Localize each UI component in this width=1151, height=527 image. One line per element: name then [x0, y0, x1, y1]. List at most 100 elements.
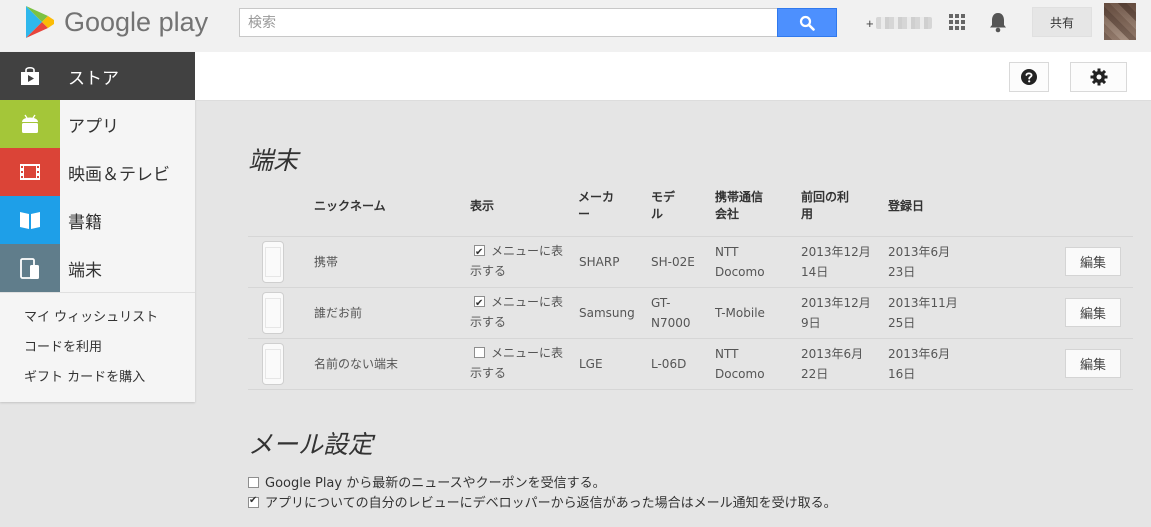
nav-item-store[interactable]: ストア: [0, 52, 195, 100]
device-carrier-line2: Docomo: [715, 265, 765, 279]
show-in-menu-checkbox[interactable]: [474, 294, 485, 314]
device-nickname: 名前のない端末: [314, 357, 399, 371]
nav-label-store: ストア: [68, 68, 119, 89]
settings-button[interactable]: [1070, 62, 1127, 92]
left-navigation: ストア アプリ 映画＆テレビ 書籍 端末 マイ ウィッシュリスト コードを利用 …: [0, 52, 195, 402]
device-maker: Samsung: [579, 306, 635, 320]
user-profile-link[interactable]: +: [866, 14, 932, 32]
mail-review-replies-label: アプリについての自分のレビューにデベロッパーから返信があった場合はメール通知を受…: [265, 496, 837, 511]
mail-news-checkbox[interactable]: [248, 477, 259, 488]
device-maker: LGE: [579, 357, 603, 371]
device-registered: 2013年11月 25日: [888, 293, 958, 333]
col-model: モデル: [651, 189, 675, 223]
mail-review-replies-checkbox[interactable]: [248, 495, 259, 508]
user-handle-prefix: +: [866, 15, 874, 31]
play-logo-icon: [26, 6, 54, 38]
nav-item-movies-tv[interactable]: 映画＆テレビ: [0, 148, 195, 196]
notifications-button[interactable]: [988, 11, 1008, 33]
table-header: ニックネーム 表示 メーカー モデル 携帯通信 会社 前回の利用 登録日: [248, 185, 1133, 237]
phone-icon: [262, 292, 284, 334]
google-play-logo[interactable]: Google play: [22, 4, 208, 40]
device-registered: 2013年6月 23日: [888, 242, 950, 282]
help-button[interactable]: [1009, 62, 1049, 92]
display-cell: メニューに表示する: [470, 241, 564, 281]
device-last-used-line1: 2013年12月: [801, 296, 871, 310]
search-button[interactable]: [777, 8, 837, 37]
top-bar: Google play + 共有: [0, 0, 1151, 52]
device-model: GT- N7000: [651, 293, 691, 333]
device-last-used-line1: 2013年6月: [801, 347, 864, 361]
mail-settings-title: メール設定: [248, 430, 374, 459]
android-icon: [22, 114, 38, 133]
show-in-menu-checkbox[interactable]: [474, 243, 485, 263]
buy-gift-card-link[interactable]: ギフト カードを購入: [0, 365, 195, 395]
device-icon: [20, 258, 39, 279]
nav-secondary-links: マイ ウィッシュリスト コードを利用 ギフト カードを購入: [0, 292, 195, 395]
col-registered: 登録日: [888, 199, 925, 213]
search-icon: [799, 15, 815, 31]
device-registered-line2: 16日: [888, 367, 916, 381]
col-model-line2: ル: [651, 207, 664, 221]
device-nickname: 誰だお前: [314, 306, 363, 320]
help-icon: [1021, 69, 1037, 85]
show-in-menu-line2: 示する: [470, 264, 507, 278]
table-row: 誰だお前 メニューに表示する Samsung GT- N7000 T-Mobile…: [248, 288, 1133, 339]
col-last-used-line2: 用: [801, 207, 814, 221]
nav-icon-box-movies: [0, 148, 60, 196]
device-carrier-line1: NTT: [715, 347, 739, 361]
wishlist-link[interactable]: マイ ウィッシュリスト: [0, 305, 195, 335]
col-carrier-line2: 会社: [715, 207, 740, 221]
col-display: 表示: [470, 199, 495, 213]
device-model-line1: GT-: [651, 296, 671, 310]
search-input[interactable]: [239, 8, 778, 37]
redeem-code-link[interactable]: コードを利用: [0, 335, 195, 365]
table-row: 名前のない端末 メニューに表 示する LGE L-06D NTT Docomo 20…: [248, 339, 1133, 390]
device-carrier-line1: T-Mobile: [715, 306, 765, 320]
device-last-used-line1: 2013年12月: [801, 245, 871, 259]
device-carrier: NTT Docomo: [715, 344, 765, 384]
col-carrier: 携帯通信 会社: [715, 189, 763, 223]
nav-icon-box-books: [0, 196, 60, 244]
nav-item-devices[interactable]: 端末: [0, 244, 195, 292]
col-nickname: ニックネーム: [314, 199, 386, 213]
share-button[interactable]: 共有: [1032, 7, 1092, 37]
device-registered-line2: 25日: [888, 316, 916, 330]
bell-icon: [990, 13, 1006, 33]
device-last-used-line2: 14日: [801, 265, 829, 279]
show-in-menu-line1: メニューに表: [491, 295, 564, 309]
device-model: SH-02E: [651, 252, 695, 272]
device-registered: 2013年6月 16日: [888, 344, 950, 384]
mail-option-news: Google Play から最新のニュースやクーポンを受信する。: [248, 472, 606, 491]
table-row: 携帯 メニューに表示する SHARP SH-02E NTT Docomo 2013…: [248, 237, 1133, 288]
edit-device-button[interactable]: 編集: [1065, 298, 1121, 327]
nav-item-books[interactable]: 書籍: [0, 196, 195, 244]
action-bar: [195, 52, 1151, 101]
nav-icon-box-store: [0, 52, 60, 100]
device-nickname: 携帯: [314, 255, 339, 269]
show-in-menu-line1: メニューに表: [491, 346, 564, 360]
device-last-used: 2013年12月 14日: [801, 242, 871, 282]
device-carrier: T-Mobile: [715, 303, 765, 323]
device-carrier-line2: Docomo: [715, 367, 765, 381]
device-model-line1: L-06D: [651, 357, 687, 371]
show-in-menu-line2: 示する: [470, 315, 507, 329]
user-handle-redacted: [875, 17, 932, 29]
nav-label-apps: アプリ: [68, 116, 119, 137]
show-in-menu-checkbox[interactable]: [474, 347, 485, 358]
nav-label-devices: 端末: [68, 260, 102, 281]
device-model: L-06D: [651, 354, 686, 374]
nav-label-books: 書籍: [68, 212, 102, 233]
device-registered-line1: 2013年6月: [888, 347, 951, 361]
edit-device-button[interactable]: 編集: [1065, 349, 1121, 378]
col-last-used-line1: 前回の利: [801, 190, 850, 204]
edit-device-button[interactable]: 編集: [1065, 247, 1121, 276]
devices-table: ニックネーム 表示 メーカー モデル 携帯通信会社 前回の利用 登録日 携帯 メ…: [248, 185, 1133, 390]
show-in-menu-line1: メニューに表: [491, 244, 564, 258]
avatar[interactable]: [1104, 3, 1136, 40]
display-cell: メニューに表示する: [470, 292, 564, 332]
apps-button[interactable]: [947, 12, 967, 32]
nav-item-apps[interactable]: アプリ: [0, 100, 195, 148]
col-carrier-line1: 携帯通信: [715, 190, 764, 204]
col-model-line1: モデ: [651, 190, 676, 204]
device-last-used: 2013年12月 9日: [801, 293, 871, 333]
